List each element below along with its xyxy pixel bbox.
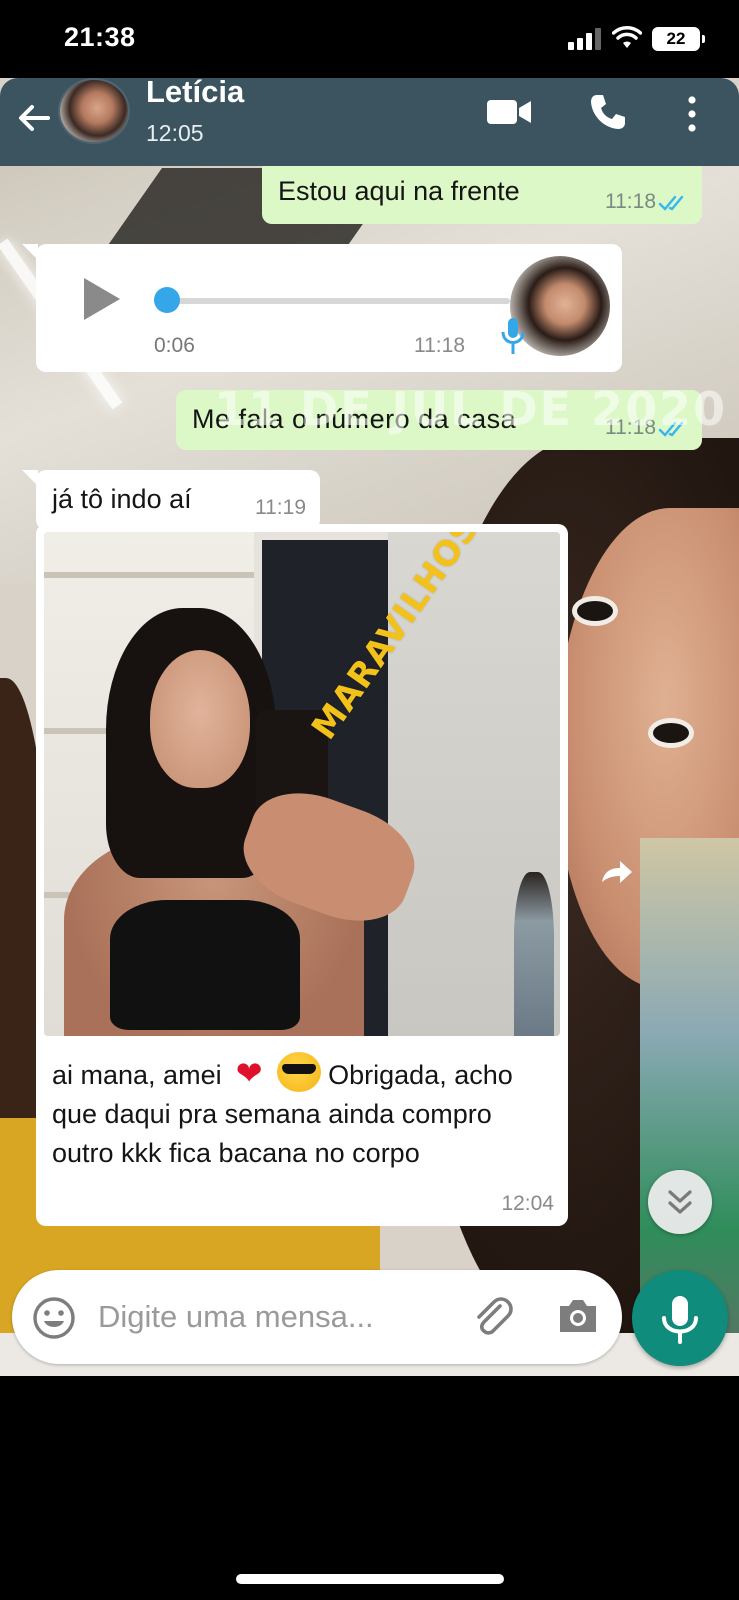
message-incoming[interactable]: já tô indo aí 11:19 — [22, 470, 320, 530]
play-icon[interactable] — [82, 276, 122, 322]
message-text: já tô indo aí — [52, 484, 192, 514]
audio-duration: 0:06 — [154, 334, 195, 357]
message-composer — [12, 1270, 622, 1364]
status-time: 21:38 — [64, 22, 136, 52]
status-bar: 21:38 22 — [0, 0, 739, 80]
phone-icon[interactable] — [588, 92, 628, 132]
camera-icon[interactable] — [556, 1296, 600, 1336]
message-time: 12:04 — [501, 1192, 554, 1215]
video-camera-icon[interactable] — [486, 96, 532, 128]
wifi-icon — [612, 26, 642, 48]
scroll-to-bottom-button[interactable] — [648, 1170, 712, 1234]
voice-record-button[interactable] — [632, 1270, 728, 1366]
sunglasses-emoji-icon — [276, 1052, 321, 1092]
message-voice-note[interactable]: 0:06 11:18 — [22, 244, 622, 372]
contact-name[interactable]: Letícia — [146, 78, 244, 110]
double-check-icon — [658, 195, 684, 211]
battery-icon: 22 — [652, 27, 705, 51]
message-image[interactable]: MARAVILHOSAA ai mana, amei ❤ Obrigada, a… — [36, 524, 568, 1226]
audio-scrubber[interactable] — [154, 287, 180, 313]
audio-progress-track[interactable] — [154, 298, 510, 304]
message-photo[interactable]: MARAVILHOSAA — [44, 532, 560, 1036]
contact-last-seen: 12:05 — [146, 120, 204, 146]
arrow-left-icon[interactable] — [14, 98, 54, 138]
message-text: Estou aqui na frente — [278, 176, 520, 206]
chat-window: Letícia 12:05 Estou aqui na frente 11:18… — [0, 78, 739, 1376]
date-overlay: 11 DE JUL DE 2020 — [214, 382, 728, 436]
message-input[interactable] — [98, 1296, 438, 1338]
message-time: 11:18 — [414, 334, 465, 357]
microphone-icon — [662, 1296, 698, 1344]
chevron-double-down-icon — [668, 1190, 692, 1214]
forward-icon[interactable] — [596, 852, 636, 892]
heart-emoji-icon: ❤ — [235, 1055, 263, 1091]
image-caption: ai mana, amei ❤ Obrigada, acho que daqui… — [52, 1052, 552, 1173]
more-vert-icon[interactable] — [682, 94, 702, 134]
paperclip-icon[interactable] — [470, 1294, 516, 1340]
microphone-icon — [501, 318, 525, 354]
home-indicator[interactable] — [236, 1574, 504, 1584]
message-outgoing[interactable]: Estou aqui na frente 11:18 — [262, 166, 702, 224]
caption-text: ai mana, amei — [52, 1060, 222, 1090]
smiley-icon[interactable] — [32, 1296, 76, 1340]
message-time: 11:18 — [605, 190, 656, 213]
message-time: 11:19 — [255, 496, 306, 519]
signal-icon — [568, 28, 602, 50]
contact-avatar[interactable] — [58, 78, 130, 144]
chat-header: Letícia 12:05 — [0, 78, 739, 166]
